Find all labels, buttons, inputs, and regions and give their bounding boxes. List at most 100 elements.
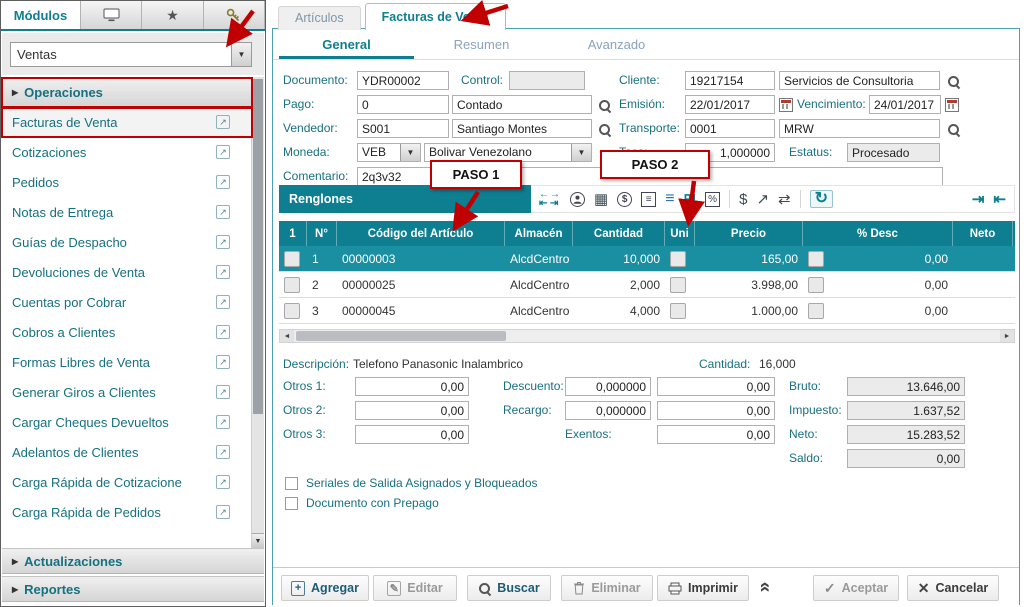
external-link-icon[interactable]: ↗ xyxy=(216,505,230,519)
module-search-input[interactable] xyxy=(11,43,231,66)
sidebar-item-devoluciones-de-venta[interactable]: Devoluciones de Venta ↗ xyxy=(2,257,252,287)
cliente-name-input[interactable] xyxy=(779,71,940,90)
section-reportes[interactable]: ▶ Reportes xyxy=(2,576,264,602)
external-link-icon[interactable]: ↗ xyxy=(216,415,230,429)
row-selector[interactable] xyxy=(284,251,300,267)
section-actualizaciones[interactable]: ▶ Actualizaciones xyxy=(2,548,264,574)
sidebar-item-pedidos[interactable]: Pedidos ↗ xyxy=(2,167,252,197)
recargo-pct-input[interactable] xyxy=(565,401,651,420)
external-link-icon[interactable]: ↗ xyxy=(216,475,230,489)
sidebar-item-generar-giros-a-clientes[interactable]: Generar Giros a Clientes ↗ xyxy=(2,377,252,407)
imprimir-button[interactable]: Imprimir xyxy=(657,575,749,601)
currency-icon[interactable]: $ xyxy=(739,192,747,207)
cliente-code-input[interactable] xyxy=(685,71,775,90)
clipboard-icon[interactable]: ≡ xyxy=(641,192,656,207)
row-selector[interactable] xyxy=(284,303,300,319)
module-combobox[interactable]: ▼ xyxy=(10,42,252,67)
sidebar-item-adelantos-de-clientes[interactable]: Adelantos de Clientes ↗ xyxy=(2,437,252,467)
grid-view-icon[interactable]: ⊞ xyxy=(684,192,697,207)
external-link-icon[interactable]: ↗ xyxy=(216,235,230,249)
exentos-input[interactable] xyxy=(657,425,775,444)
table-row[interactable]: 1 00000003 AlcdCentro 10,000 165,00 0,00 xyxy=(279,246,1015,272)
otros3-input[interactable] xyxy=(355,425,469,444)
external-link-icon[interactable]: ↗ xyxy=(216,175,230,189)
emision-input[interactable] xyxy=(685,95,775,114)
descuento-pct-input[interactable] xyxy=(565,377,651,396)
exit-icon[interactable]: ⇤ xyxy=(993,192,1006,207)
external-link-icon[interactable]: ↗ xyxy=(216,385,230,399)
chevron-down-icon[interactable]: ▼ xyxy=(571,144,591,161)
desc-cell-button[interactable] xyxy=(808,303,824,319)
pago-search-button[interactable] xyxy=(595,96,613,114)
external-link-icon[interactable]: ↗ xyxy=(216,355,230,369)
section-operaciones[interactable]: ▶ Operaciones xyxy=(2,77,252,107)
sidebar-item-cuentas-por-cobrar[interactable]: Cuentas por Cobrar ↗ xyxy=(2,287,252,317)
sidebar-item-facturas-de-venta[interactable]: Facturas de Venta ↗ xyxy=(2,107,252,137)
tab-facturas-de-venta[interactable]: Facturas de Venta xyxy=(365,3,506,30)
sidebar-item-cotizaciones[interactable]: Cotizaciones ↗ xyxy=(2,137,252,167)
external-link-icon[interactable]: ↗ xyxy=(216,445,230,459)
external-link-icon[interactable]: ↗ xyxy=(216,325,230,339)
subtab-avanzado[interactable]: Avanzado xyxy=(549,33,684,59)
vencimiento-calendar-button[interactable] xyxy=(943,96,961,114)
percent-icon[interactable]: % xyxy=(705,192,720,207)
subtab-general[interactable]: General xyxy=(279,33,414,59)
tab-modulos[interactable]: Módulos xyxy=(1,1,81,29)
sidebar-item-carga-rapida-de-pedidos[interactable]: Carga Rápida de Pedidos ↗ xyxy=(2,497,252,527)
tab-desktop[interactable] xyxy=(81,1,142,29)
external-link-icon[interactable]: ↗ xyxy=(216,205,230,219)
vencimiento-input[interactable] xyxy=(869,95,941,114)
chevron-down-icon[interactable]: ▼ xyxy=(400,144,420,161)
sidebar-item-cobros-a-clientes[interactable]: Cobros a Clientes ↗ xyxy=(2,317,252,347)
unit-cell-button[interactable] xyxy=(670,251,686,267)
row-selector[interactable] xyxy=(284,277,300,293)
table-row[interactable]: 2 00000025 AlcdCentro 2,000 3.998,00 0,0… xyxy=(279,272,1015,298)
vendedor-code-input[interactable] xyxy=(357,119,449,138)
tab-articulos[interactable]: Artículos xyxy=(278,6,361,30)
desc-cell-button[interactable] xyxy=(808,251,824,267)
scroll-left-button[interactable]: ◄ xyxy=(280,330,294,342)
image-icon[interactable]: ▦ xyxy=(594,192,608,207)
vendedor-search-button[interactable] xyxy=(595,120,613,138)
sidebar-item-carga-rapida-de-cotizaciones[interactable]: Carga Rápida de Cotizacione ↗ xyxy=(2,467,252,497)
sidebar-scrollbar[interactable]: ▼ xyxy=(251,77,264,548)
prepago-checkbox[interactable] xyxy=(285,497,298,510)
cancelar-button[interactable]: ✕ Cancelar xyxy=(907,575,999,601)
seriales-checkbox[interactable] xyxy=(285,477,298,490)
collapse-toolbar-icon[interactable]: « xyxy=(753,582,775,593)
sidebar-item-formas-libres-de-venta[interactable]: Formas Libres de Venta ↗ xyxy=(2,347,252,377)
pago-code-input[interactable] xyxy=(357,95,449,114)
price-circle-icon[interactable]: $ xyxy=(617,192,632,207)
unit-cell-button[interactable] xyxy=(670,277,686,293)
emision-calendar-button[interactable] xyxy=(777,96,795,114)
estatus-input[interactable] xyxy=(847,143,940,162)
external-link-icon[interactable]: ↗ xyxy=(216,295,230,309)
transfer-icon[interactable]: ⇄ xyxy=(778,192,791,207)
transporte-code-input[interactable] xyxy=(685,119,775,138)
aceptar-button[interactable]: ✓ Aceptar xyxy=(813,575,899,601)
chevron-down-icon[interactable]: ▼ xyxy=(231,43,251,66)
otros2-input[interactable] xyxy=(355,401,469,420)
external-link-icon[interactable]: ↗ xyxy=(216,265,230,279)
sidebar-item-notas-de-entrega[interactable]: Notas de Entrega ↗ xyxy=(2,197,252,227)
sidebar-item-cargar-cheques-devueltos[interactable]: Cargar Cheques Devueltos ↗ xyxy=(2,407,252,437)
vendedor-name-input[interactable] xyxy=(452,119,592,138)
customer-icon[interactable] xyxy=(570,192,585,207)
external-link-icon[interactable]: ↗ xyxy=(216,115,230,129)
tab-security[interactable] xyxy=(204,1,265,29)
refresh-icon[interactable]: ↻ xyxy=(810,190,833,208)
unit-cell-button[interactable] xyxy=(670,303,686,319)
recargo-monto-input[interactable] xyxy=(657,401,775,420)
transporte-name-input[interactable] xyxy=(779,119,940,138)
buscar-button[interactable]: Buscar xyxy=(467,575,551,601)
scrollbar-thumb[interactable] xyxy=(253,79,263,414)
horizontal-scrollbar[interactable]: ◄ ► xyxy=(279,329,1015,343)
external-link-icon[interactable]: ↗ xyxy=(216,145,230,159)
editar-button[interactable]: ✎ Editar xyxy=(373,575,457,601)
agregar-button[interactable]: + Agregar xyxy=(281,575,369,601)
control-input[interactable] xyxy=(509,71,585,90)
tab-favorites[interactable]: ★ xyxy=(142,1,203,29)
moneda-code-select[interactable]: VEB ▼ xyxy=(357,143,421,162)
export-icon[interactable]: ↗ xyxy=(756,192,769,207)
eliminar-button[interactable]: Eliminar xyxy=(561,575,653,601)
